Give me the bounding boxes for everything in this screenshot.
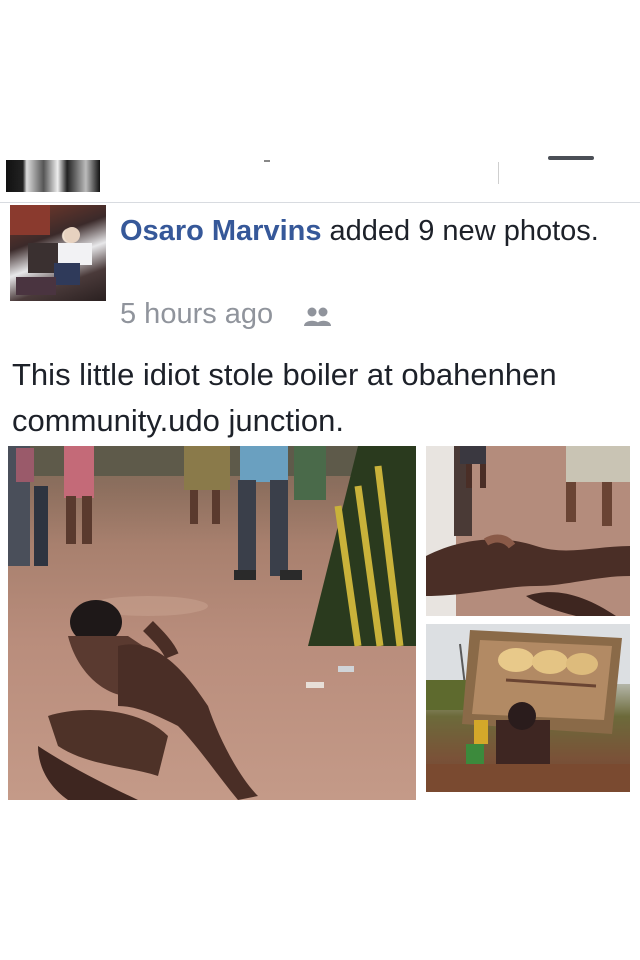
avatar-person-icon xyxy=(10,205,92,295)
post-caption: This little idiot stole boiler at obahen… xyxy=(12,357,557,438)
post-header: Osaro Marvins added 9 new photos. 5 hour… xyxy=(10,205,630,335)
post-action-text: added 9 new photos. xyxy=(329,215,599,247)
ground-scene-image xyxy=(426,446,630,616)
photo-top-right[interactable] xyxy=(426,446,630,616)
previous-post-strip xyxy=(0,150,640,203)
toolbar-separator xyxy=(498,162,499,184)
divider-mark xyxy=(264,160,270,162)
crowd-scene-image xyxy=(8,446,416,800)
author-name-link[interactable]: Osaro Marvins xyxy=(120,215,321,247)
photo-main[interactable] xyxy=(8,446,416,800)
avatar[interactable] xyxy=(10,205,106,301)
chicken-crate-image xyxy=(426,624,630,792)
author-line: Osaro Marvins added 9 new photos. xyxy=(120,209,620,253)
post-timestamp[interactable]: 5 hours ago xyxy=(120,298,273,331)
friends-icon[interactable] xyxy=(302,306,334,328)
previous-photo-thumbnail[interactable] xyxy=(6,160,100,192)
menu-bar-icon[interactable] xyxy=(548,156,594,160)
photo-bottom-right[interactable] xyxy=(426,624,630,792)
